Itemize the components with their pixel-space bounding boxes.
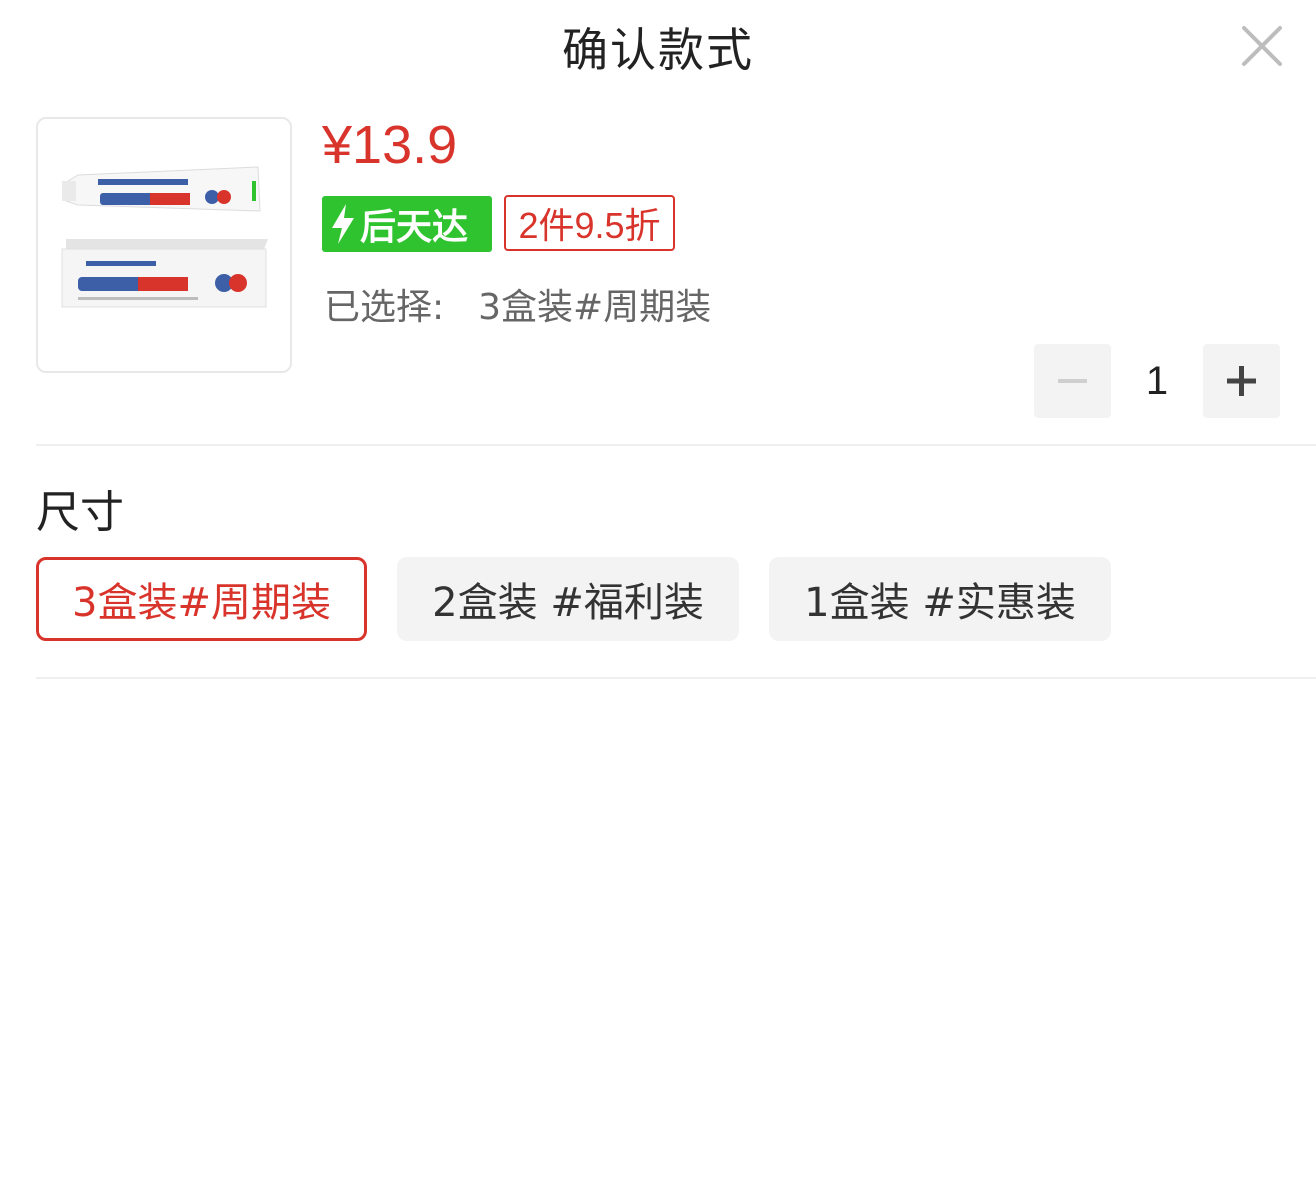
plus-icon [1227,366,1256,396]
delivery-badge: 后天达 [322,196,492,252]
discount-badge: 2件9.5折 [504,195,675,251]
delivery-badge-label: 后天达 [360,207,469,248]
selected-variant: 已选择: 3盒装#周期装 [324,278,711,330]
size-option-2-box[interactable]: 2盒装 #福利装 [397,557,739,641]
size-option-1-box[interactable]: 1盒装 #实惠装 [769,557,1111,641]
toothpaste-illustration [61,166,268,308]
minus-icon [1058,379,1087,383]
size-section-title: 尺寸 [36,487,124,538]
close-icon [1242,26,1282,66]
quantity-increase-button[interactable] [1203,344,1280,418]
divider [36,677,1316,679]
quantity-value[interactable]: 1 [1111,344,1203,418]
divider [36,444,1316,446]
sheet-header: 确认款式 [0,0,1316,96]
selected-value: 3盒装#周期装 [478,287,712,328]
lightning-icon [332,204,354,244]
selected-label: 已选择: [324,287,445,328]
page-title: 确认款式 [562,23,754,77]
product-image[interactable] [36,117,292,373]
product-price: ¥13.9 [322,115,458,175]
size-option-3-box[interactable]: 3盒装#周期装 [36,557,367,641]
close-button[interactable] [1238,22,1286,70]
quantity-decrease-button[interactable] [1034,344,1111,418]
